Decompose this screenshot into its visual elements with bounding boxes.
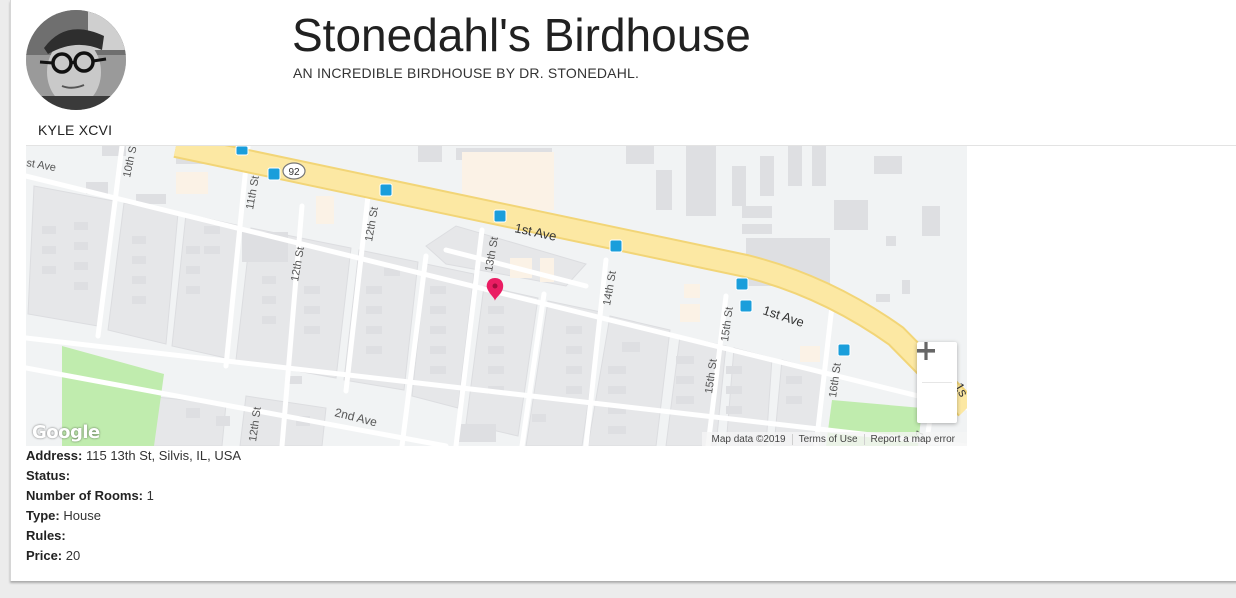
map-data-text: Map data ©2019	[711, 433, 786, 445]
username: KYLE XCVI	[38, 122, 113, 138]
detail-type: Type: House	[26, 508, 101, 523]
avatar[interactable]	[26, 10, 126, 110]
map-zoom-controls	[917, 342, 957, 423]
detail-address: Address: 115 13th St, Silvis, IL, USA	[26, 448, 242, 463]
report-map-error-link[interactable]: Report a map error	[863, 433, 961, 445]
map-attribution: Map data ©2019 Terms of Use Report a map…	[701, 432, 967, 446]
zoom-out-button[interactable]	[917, 349, 957, 423]
route-92-shield: 92	[282, 162, 306, 180]
svg-text:92: 92	[288, 167, 300, 178]
avatar-photo	[26, 10, 126, 110]
map[interactable]: 92 st Ave 10th St 11th St 12th St 12th S…	[26, 146, 967, 446]
detail-rooms: Number of Rooms: 1	[26, 488, 154, 503]
map-canvas: 92 st Ave 10th St 11th St 12th St 12th S…	[26, 146, 967, 446]
listing-details: Address: 115 13th St, Silvis, IL, USA St…	[26, 447, 241, 567]
detail-rules: Rules:	[26, 528, 66, 543]
google-logo[interactable]: Google	[32, 422, 100, 443]
detail-status: Status:	[26, 468, 71, 483]
detail-price: Price: 20	[26, 548, 81, 563]
terms-of-use-link[interactable]: Terms of Use	[791, 433, 864, 445]
minus-icon	[917, 349, 935, 353]
page-title: Stonedahl's Birdhouse	[292, 9, 751, 61]
page-subtitle: AN INCREDIBLE BIRDHOUSE BY DR. STONEDAHL…	[293, 65, 640, 81]
